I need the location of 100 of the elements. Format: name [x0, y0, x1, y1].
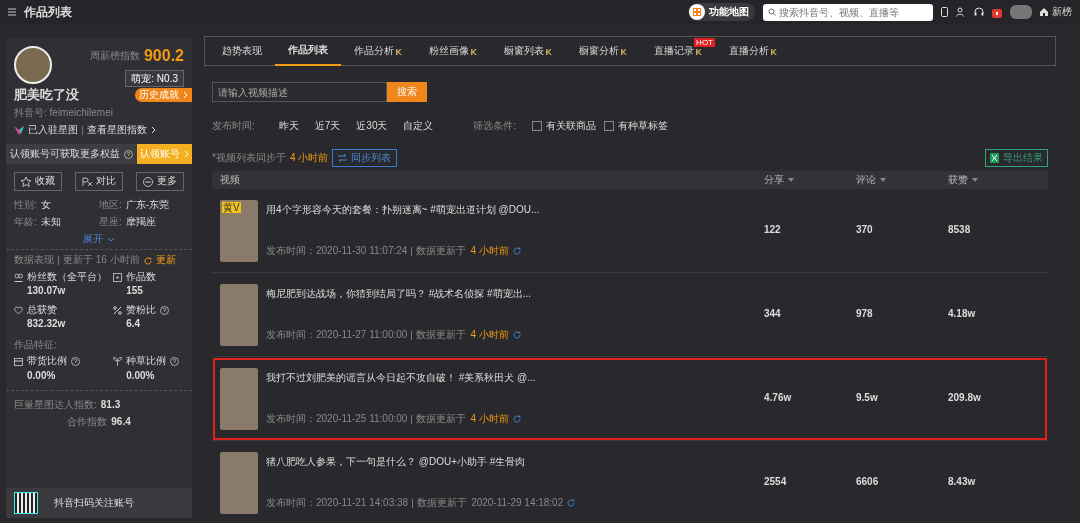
tab[interactable]: 趋势表现 [209, 37, 275, 66]
stat-value: 0.00% [125, 369, 156, 383]
fans-icon [14, 272, 23, 282]
refresh-icon[interactable] [512, 415, 521, 424]
action-button[interactable]: 收藏 [14, 172, 62, 191]
table-cell-text: 122 [764, 224, 782, 237]
action-button[interactable]: 更多 [136, 172, 184, 191]
search-input[interactable]: 请输入视频描述 [212, 82, 387, 102]
features-title: 作品特征: [13, 338, 58, 352]
caret-down-icon[interactable] [972, 178, 978, 182]
headset-icon[interactable] [974, 7, 984, 17]
update-label: 数据更新于 [417, 497, 468, 510]
tab[interactable]: 作品分析 [341, 37, 416, 66]
table-cell-text: 9.5w [856, 392, 879, 405]
qr-code-icon [14, 492, 38, 514]
menu-icon[interactable] [8, 8, 16, 16]
filter-checkbox[interactable]: 有关联商品 [532, 120, 597, 133]
update-label: 数据更新于 [416, 329, 467, 342]
coop-value: 96.4 [111, 415, 131, 429]
refresh-icon[interactable] [567, 499, 576, 508]
time-option[interactable]: 近30天 [356, 120, 388, 133]
tab[interactable]: 作品列表 [275, 37, 341, 66]
star-index-link[interactable]: 查看星图指数 [87, 123, 156, 137]
star-index-value: 81.3 [100, 399, 121, 412]
update-time: 4 小时前 [470, 329, 509, 342]
tab[interactable]: 橱窗列表 [491, 37, 566, 66]
video-title[interactable]: 猪八肥吃人参果，下一句是什么？ @DOU+小助手 #生骨肉 [266, 455, 576, 468]
column-header[interactable]: 获赞 [948, 173, 968, 187]
column-header[interactable]: 评论 [856, 173, 876, 187]
search-field[interactable]: 搜索抖音号、视频、直播等 [763, 3, 933, 21]
time-option[interactable]: 昨天 [278, 120, 299, 133]
info-value: 摩羯座 [125, 216, 156, 229]
help-icon [170, 357, 180, 366]
vip-icon [696, 48, 703, 55]
update-time: 更新于 16 小时前 [63, 254, 140, 267]
table-cell-text: 4.18w [948, 308, 977, 321]
export-button[interactable]: 导出结果 [985, 148, 1048, 167]
gift-icon[interactable] [992, 6, 1002, 18]
stat-value: 6.4 [125, 318, 142, 331]
refresh-icon[interactable] [512, 247, 521, 256]
sync-button[interactable]: 同步列表 [332, 148, 398, 167]
grid-icon [689, 4, 705, 20]
map-button[interactable]: 功能地图 [688, 3, 755, 21]
avatar-placeholder [14, 46, 52, 84]
shop-icon [14, 357, 23, 366]
avatar-placeholder [1010, 5, 1032, 19]
verified-badge: 黄V [222, 201, 241, 213]
video-title[interactable]: 用4个字形容今天的套餐：扑朔迷离~ #萌宠出道计划 @DOU... [266, 203, 540, 216]
action-button[interactable]: 对比 [75, 172, 123, 191]
expand-link[interactable]: 展开 [83, 232, 115, 246]
user-icon[interactable] [956, 7, 966, 17]
vip-icon [396, 48, 403, 55]
info-value: 女 [40, 198, 51, 212]
star-index-label: 巨量星图达人指数: [14, 399, 97, 412]
table-cell-text: 6606 [856, 476, 880, 489]
stat-label: 赞粉比 [126, 303, 157, 317]
publish-time: 发布时间：2020-11-27 11:00:00 [266, 329, 408, 342]
swap-icon [338, 153, 348, 162]
video-title[interactable]: 我打不过刘肥美的谣言从今日起不攻自破！ #美系秋田犬 @... [266, 371, 536, 384]
table-cell-text: 978 [856, 308, 874, 321]
sync-time: 4 小时前 [289, 151, 329, 164]
more-icon [143, 176, 153, 187]
stat-label: 带货比例 [27, 355, 67, 368]
caret-down-icon[interactable] [788, 178, 794, 182]
stat-value: 130.07w [26, 285, 67, 298]
stat-value: 155 [125, 285, 144, 298]
sprout-icon [113, 357, 123, 366]
claim-text: 认领账号可获取更多权益 [10, 148, 120, 161]
publish-time: 发布时间：2020-11-25 11:00:00 [266, 413, 408, 426]
tab[interactable]: 直播分析 [716, 37, 791, 66]
caret-down-icon[interactable] [880, 178, 886, 182]
chevron-icon [184, 150, 189, 159]
spreadsheet-icon [990, 152, 999, 163]
home-link[interactable]: 新榜 [1040, 5, 1072, 19]
refresh-icon[interactable] [512, 331, 521, 340]
filter-checkbox[interactable]: 有种草标签 [604, 120, 669, 133]
time-option[interactable]: 自定义 [403, 120, 434, 133]
help-icon [124, 149, 133, 159]
table-cell-text: 8.43w [948, 476, 977, 489]
star-icon [21, 176, 31, 187]
info-value: 广东-东莞 [125, 198, 170, 212]
column-header[interactable]: 分享 [764, 173, 784, 187]
qr-text: 抖音扫码关注账号 [54, 496, 134, 510]
video-title[interactable]: 梅尼肥到达战场，你猜到结局了吗？ #战术名侦探 #萌宠出... [266, 287, 531, 300]
refresh-link[interactable]: 更新 [143, 254, 176, 267]
tab[interactable]: 直播记录 HOT [641, 37, 716, 66]
help-icon [160, 305, 170, 315]
home-icon [1040, 8, 1048, 16]
time-option[interactable]: 近7天 [314, 120, 341, 133]
info-label: 星座: [99, 216, 122, 229]
update-time: 4 小时前 [470, 413, 509, 426]
table-cell-text: 344 [764, 308, 782, 321]
video-thumbnail [220, 451, 258, 514]
tab[interactable]: 橱窗分析 [566, 37, 641, 66]
video-thumbnail [220, 283, 258, 346]
help-icon [71, 357, 80, 366]
phone-icon[interactable] [941, 7, 948, 17]
info-label: 地区: [99, 198, 122, 212]
tab[interactable]: 粉丝画像 [416, 37, 491, 66]
column-header: 视频 [220, 173, 240, 187]
